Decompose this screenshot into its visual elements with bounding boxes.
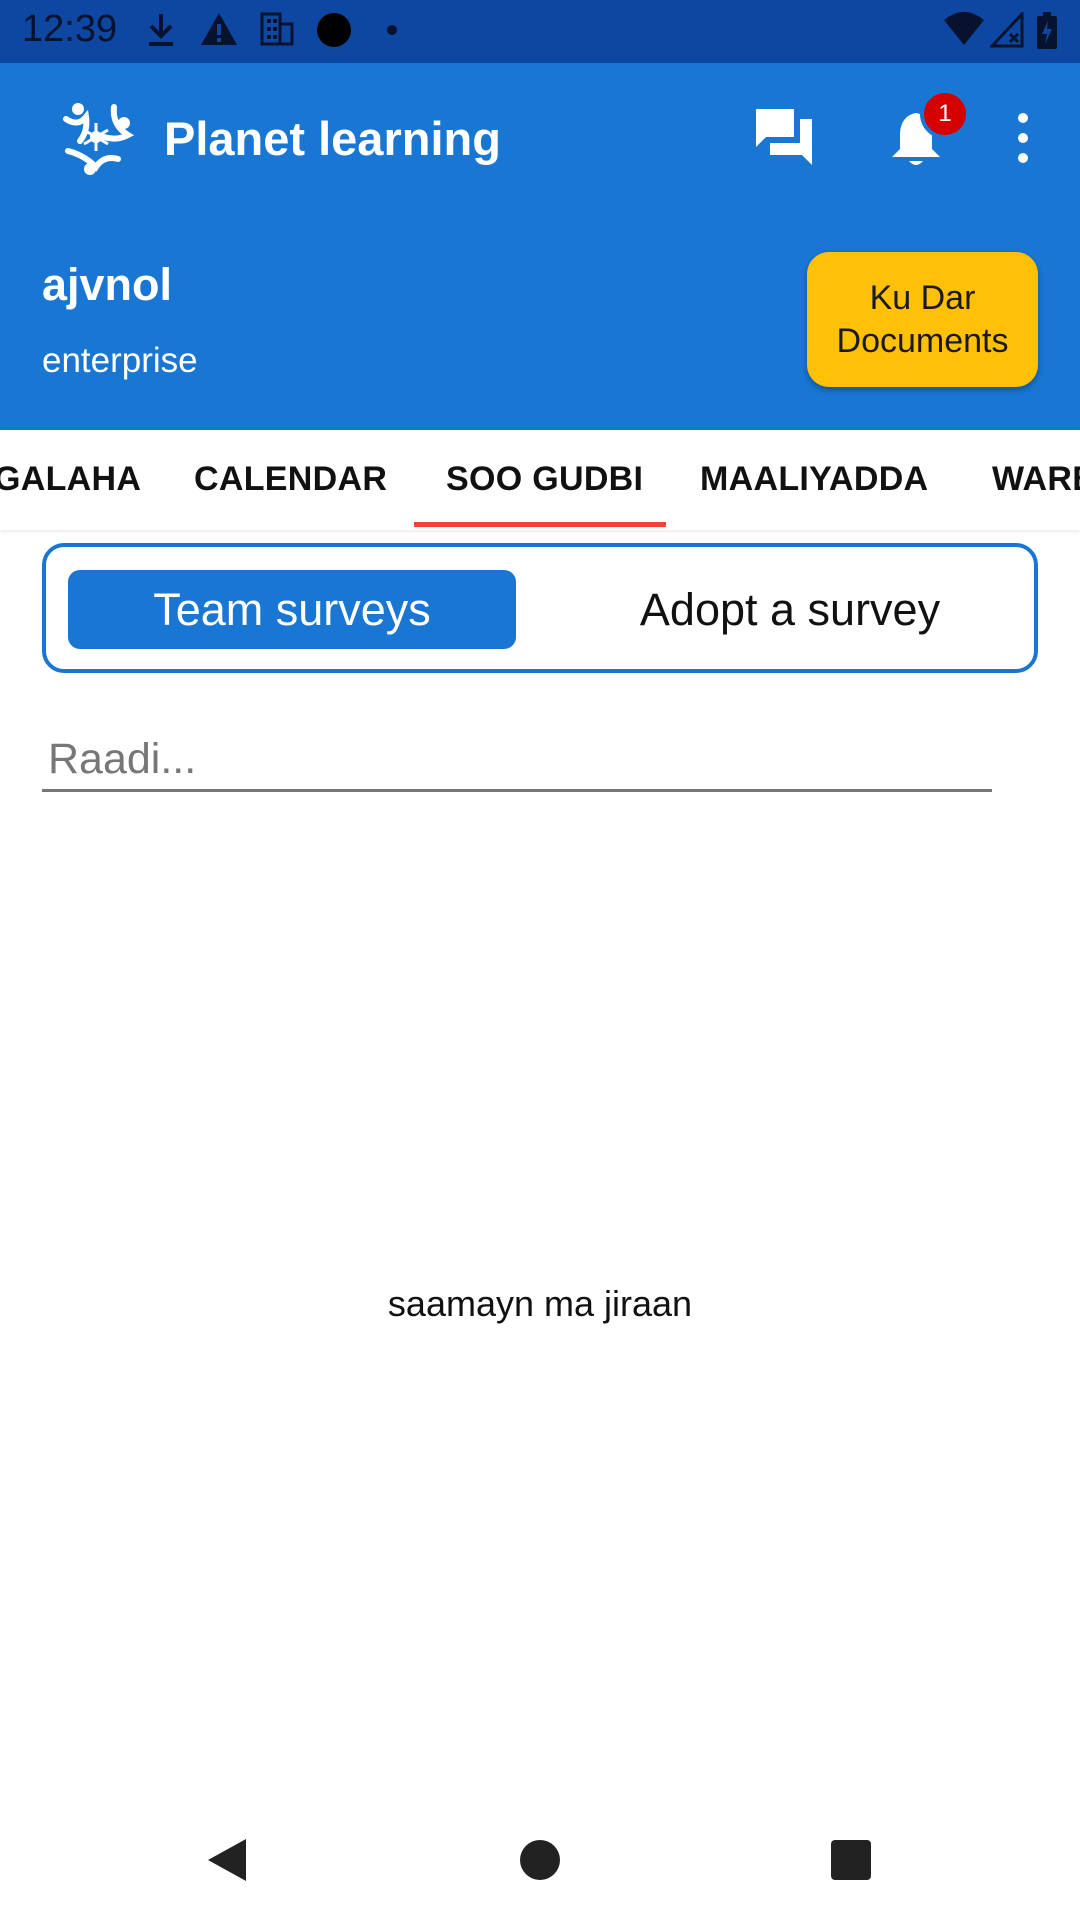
download-icon: [149, 14, 173, 46]
home-icon[interactable]: [515, 1835, 565, 1885]
app-title: Planet learning: [164, 112, 501, 165]
user-role: enterprise: [42, 341, 198, 380]
tab-calendar[interactable]: CALENDAR: [194, 460, 387, 499]
warning-icon: [201, 13, 237, 45]
notification-badge: 1: [920, 89, 970, 139]
empty-state-message: saamayn ma jiraan: [387, 1283, 693, 1324]
tab-warbixino[interactable]: WARBIXINO: [992, 460, 1080, 499]
signal-icon: [990, 12, 1024, 48]
user-name: ajvnol: [42, 259, 173, 310]
selected-tab-indicator: [414, 522, 666, 527]
status-time: 12:39: [22, 8, 118, 50]
search-input[interactable]: [42, 730, 992, 792]
team-surveys-button[interactable]: Team surveys: [68, 570, 516, 649]
adopt-survey-button[interactable]: Adopt a survey: [560, 570, 1020, 649]
add-documents-button[interactable]: Ku Dar Documents: [807, 252, 1038, 387]
battery-charging-icon: [1037, 12, 1057, 49]
survey-toggle: Team surveys Adopt a survey: [42, 543, 1038, 673]
small-dot-icon: [387, 25, 397, 35]
more-options-icon[interactable]: [1004, 111, 1042, 165]
tab-bar: GALAHA CALENDAR SOO GUDBI MAALIYADDA WAR…: [0, 430, 1080, 530]
notifications-button[interactable]: 1: [880, 87, 980, 187]
dot-filled-icon: [317, 13, 351, 47]
chat-icon[interactable]: [752, 105, 816, 169]
building-icon: [260, 12, 294, 46]
navigation-bar: [0, 1800, 1080, 1920]
tab-soo-gudbi[interactable]: SOO GUDBI: [446, 460, 643, 499]
tab-maaliyadda[interactable]: MAALIYADDA: [700, 460, 928, 499]
planet-logo-icon: [63, 103, 135, 175]
recents-icon[interactable]: [826, 1835, 876, 1885]
status-bar: 12:39: [0, 0, 1080, 63]
wifi-icon: [944, 12, 984, 45]
tab-galaha[interactable]: GALAHA: [0, 460, 141, 499]
back-icon[interactable]: [202, 1835, 252, 1885]
